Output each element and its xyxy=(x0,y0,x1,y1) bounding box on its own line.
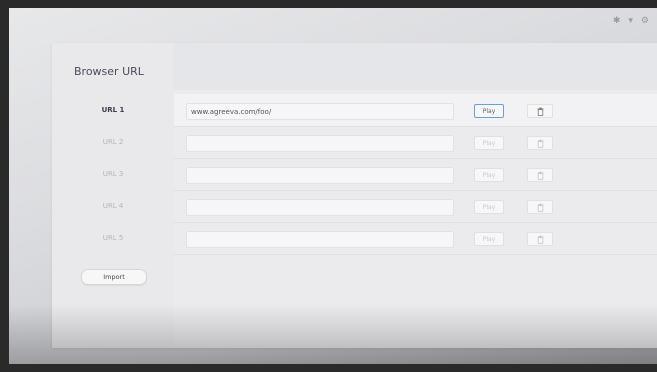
url-list: www.agreeva.com/foo/ Play Play Play Play… xyxy=(174,43,657,348)
browser-url-panel: Browser URL URL 1 URL 2 URL 3 URL 4 URL … xyxy=(52,43,657,348)
header-band xyxy=(174,43,657,90)
url-row-3: Play xyxy=(174,158,657,191)
sidebar-item-url-1[interactable]: URL 1 xyxy=(52,99,174,121)
delete-button-1[interactable] xyxy=(527,104,553,118)
url-input-1[interactable]: www.agreeva.com/foo/ xyxy=(186,103,454,120)
sidebar-item-url-5[interactable]: URL 5 xyxy=(52,227,174,249)
sidebar-item-label: URL 1 xyxy=(101,106,125,114)
sidebar: Browser URL URL 1 URL 2 URL 3 URL 4 URL … xyxy=(52,43,175,348)
delete-button-2[interactable] xyxy=(527,136,553,150)
sidebar-item-label: URL 2 xyxy=(102,138,124,146)
delete-button-3[interactable] xyxy=(527,168,553,182)
url-input-3[interactable] xyxy=(186,167,454,184)
trash-icon xyxy=(537,139,543,148)
sidebar-item-label: URL 4 xyxy=(102,202,124,210)
trash-icon xyxy=(537,171,543,180)
import-button[interactable]: Import xyxy=(81,269,147,285)
trash-icon xyxy=(537,235,543,244)
status-bar: ✱ ▾ ⚙ xyxy=(613,16,649,26)
sidebar-title: Browser URL xyxy=(74,65,144,78)
url-input-2[interactable] xyxy=(186,135,454,152)
sidebar-item-label: URL 5 xyxy=(102,234,124,242)
trash-icon xyxy=(537,203,543,212)
url-row-4: Play xyxy=(174,190,657,223)
delete-button-4[interactable] xyxy=(527,200,553,214)
sidebar-item-url-3[interactable]: URL 3 xyxy=(52,163,174,185)
settings-icon: ⚙ xyxy=(640,16,649,26)
play-button-5[interactable]: Play xyxy=(474,232,504,246)
url-input-4[interactable] xyxy=(186,199,454,216)
play-button-2[interactable]: Play xyxy=(474,136,504,150)
sidebar-item-label: URL 3 xyxy=(102,170,124,178)
url-row-2: Play xyxy=(174,126,657,159)
delete-button-5[interactable] xyxy=(527,232,553,246)
sidebar-item-url-2[interactable]: URL 2 xyxy=(52,131,174,153)
bluetooth-icon: ✱ xyxy=(612,16,621,26)
url-row-5: Play xyxy=(174,222,657,255)
play-button-3[interactable]: Play xyxy=(474,168,504,182)
wifi-icon: ▾ xyxy=(628,16,633,26)
tv-screen: ✱ ▾ ⚙ Browser URL URL 1 URL 2 URL 3 URL … xyxy=(9,8,657,364)
play-button-1[interactable]: Play xyxy=(474,104,504,118)
sidebar-item-url-4[interactable]: URL 4 xyxy=(52,195,174,217)
trash-icon xyxy=(537,107,543,116)
url-input-5[interactable] xyxy=(186,231,454,248)
url-row-1: www.agreeva.com/foo/ Play xyxy=(174,94,657,127)
play-button-4[interactable]: Play xyxy=(474,200,504,214)
